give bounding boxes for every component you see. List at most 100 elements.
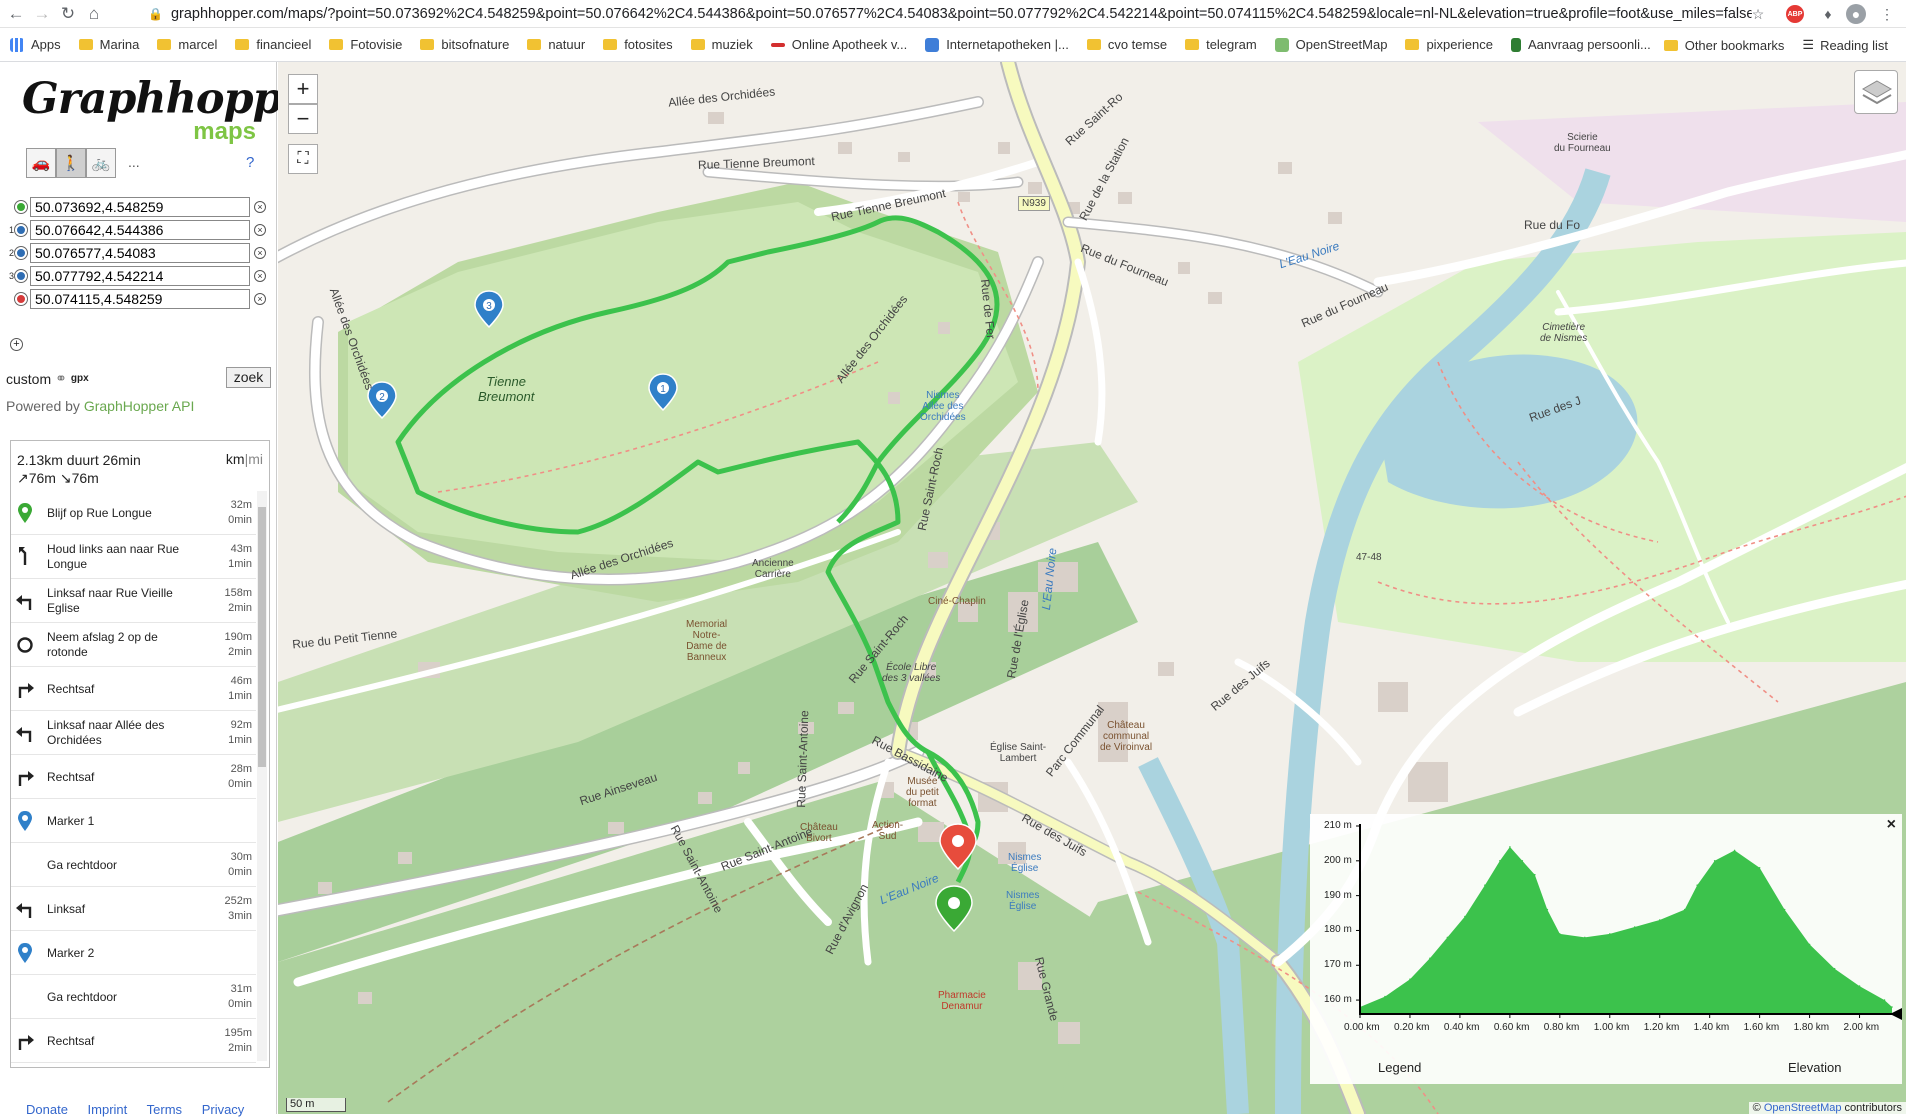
elevation-point	[1696, 884, 1698, 886]
bookmark-link[interactable]: Aanvraag persoonli...	[1510, 37, 1651, 52]
donate-link[interactable]: Donate	[26, 1102, 68, 1117]
svg-text:2: 2	[379, 392, 385, 403]
elevation-point	[1534, 873, 1536, 876]
avatar[interactable]: ●	[1846, 4, 1866, 24]
zoom-out-button[interactable]: −	[288, 104, 318, 134]
instruction-step[interactable]: Rechtsaf 28m 0min	[11, 755, 256, 799]
folder-icon	[603, 39, 618, 50]
bookmark-folder[interactable]: cvo temse	[1086, 37, 1167, 52]
instruction-step[interactable]: Linksaf 252m 3min	[11, 887, 256, 931]
imprint-link[interactable]: Imprint	[88, 1102, 128, 1117]
remove-point-icon[interactable]: ×	[254, 270, 266, 282]
instruction-step[interactable]: Linksaf naar Allée des Orchidées 92m 1min	[11, 711, 256, 755]
bookmark-folder[interactable]: bitsofnature	[420, 37, 509, 52]
bookmark-folder[interactable]: telegram	[1185, 37, 1257, 52]
instruction-step[interactable]: Marker 1	[11, 799, 256, 843]
remove-point-icon[interactable]: ×	[254, 224, 266, 236]
bookmark-link[interactable]: OpenStreetMap	[1274, 37, 1387, 52]
instruction-step[interactable]: Marker 2	[11, 931, 256, 975]
bookmark-link[interactable]: Online Apotheek v...	[770, 37, 907, 52]
turn-left-icon	[15, 899, 35, 919]
instruction-step[interactable]: Rechtsaf 46m 1min	[11, 667, 256, 711]
instruction-step[interactable]: Ga rechtdoor 30m 0min	[11, 843, 256, 887]
bike-icon[interactable]: 🚲	[86, 148, 116, 178]
bookmark-folder[interactable]: marcel	[157, 37, 217, 52]
folder-icon	[329, 39, 344, 50]
remove-point-icon[interactable]: ×	[254, 201, 266, 213]
back-icon[interactable]: ←	[4, 2, 28, 26]
elevation-point	[1883, 999, 1886, 1001]
folder-icon	[690, 39, 705, 50]
osm-attribution-link[interactable]: OpenStreetMap	[1764, 1102, 1842, 1114]
instruction-text: Rechtsaf	[47, 769, 95, 784]
bookmark-link[interactable]: Internetapotheken |...	[925, 37, 1069, 52]
terms-link[interactable]: Terms	[147, 1102, 182, 1117]
bookmark-folder[interactable]: Marina	[78, 37, 139, 52]
elevation-point	[1409, 978, 1411, 980]
privacy-link[interactable]: Privacy	[202, 1102, 245, 1117]
green-marker-icon	[18, 503, 32, 523]
elevation-legend[interactable]: Legend	[1378, 1060, 1421, 1075]
instruction-text: Neem afslag 2 op de rotonde	[47, 630, 158, 659]
reload-icon[interactable]: ↻	[56, 2, 80, 26]
home-icon[interactable]: ⌂	[82, 2, 106, 26]
search-button[interactable]: zoek	[226, 367, 271, 388]
other-bookmarks[interactable]: Other bookmarks	[1663, 38, 1784, 53]
instruction-step[interactable]: Ga rechtdoor 31m 0min	[11, 975, 256, 1019]
instruction-step[interactable]: Houd links aan naar Rue Longue 43m 1min	[11, 535, 256, 579]
custom-link[interactable]: custom	[6, 371, 51, 387]
layers-button[interactable]	[1854, 70, 1898, 114]
fullscreen-button[interactable]: ⛶	[288, 144, 318, 174]
bookmark-folder[interactable]: muziek	[690, 37, 753, 52]
folder-icon	[420, 39, 435, 50]
instruction-text: Marker 1	[47, 813, 95, 828]
zoom-in-button[interactable]: +	[288, 74, 318, 104]
elevation-point	[1713, 860, 1716, 862]
remove-point-icon[interactable]: ×	[254, 247, 266, 259]
instruction-step[interactable]: Linksaf naar Rue Vieille Eglise 158m 2min	[11, 579, 256, 623]
adblock-icon[interactable]: ABP	[1786, 5, 1804, 23]
menu-icon[interactable]: ⋮	[1876, 3, 1898, 25]
reading-list[interactable]: ☰ Reading list	[1802, 37, 1888, 53]
graphhopper-logo[interactable]: Graphhopper maps	[22, 74, 331, 145]
instructions-scrollbar[interactable]	[257, 491, 267, 1061]
turn-left-icon	[16, 903, 32, 918]
foot-icon[interactable]: 🚶	[56, 148, 86, 178]
unit-toggle[interactable]: km|mi	[226, 451, 263, 467]
instruction-text: Rechtsaf	[47, 1033, 95, 1048]
bookmark-apps[interactable]: Apps	[10, 37, 61, 52]
bookmark-folder[interactable]: pixperience	[1405, 37, 1493, 52]
bookmark-folder[interactable]: fotosites	[603, 37, 673, 52]
more-vehicles[interactable]: ...	[128, 154, 140, 170]
end-marker-icon	[15, 293, 27, 305]
gpx-export[interactable]: gpx	[71, 373, 89, 384]
bookmark-folder[interactable]: Fotovisie	[329, 37, 402, 52]
bookmark-folder[interactable]: natuur	[527, 37, 585, 52]
instruction-step[interactable]: Neem afslag 2 op de rotonde 190m 2min	[11, 623, 256, 667]
puzzle-icon[interactable]: ♦	[1817, 3, 1839, 25]
instruction-text: Ga rechtdoor	[47, 989, 118, 1004]
instruction-step[interactable]: Blijf op Rue Longue 32m 0min	[11, 491, 256, 535]
graphhopper-api-link[interactable]: GraphHopper API	[84, 398, 195, 414]
start-point-input[interactable]	[30, 197, 250, 217]
via-point-2-input[interactable]	[30, 243, 250, 263]
instruction-text: Ga rechtdoor	[47, 857, 118, 872]
forward-icon[interactable]: →	[30, 2, 54, 26]
route-summary: 2.13km duurt 26min ↗76m ↘76m	[17, 452, 141, 486]
address-bar[interactable]: 🔒 graphhopper.com/maps/?point=50.073692%…	[138, 2, 1752, 26]
via-point-3-input[interactable]	[30, 266, 250, 286]
help-icon[interactable]: ?	[246, 154, 254, 171]
remove-point-icon[interactable]: ×	[254, 293, 266, 305]
url-text: graphhopper.com/maps/?point=50.073692%2C…	[170, 6, 1752, 22]
map-canvas[interactable]: 1 2 3 Allée des Orchidées Rue Tienne Bre…	[278, 62, 1906, 1114]
add-point-icon[interactable]: +	[10, 338, 23, 351]
via-point-1-input[interactable]	[30, 220, 250, 240]
star-icon[interactable]: ☆	[1747, 3, 1769, 25]
link-icon[interactable]: ⚭	[55, 370, 67, 387]
car-icon[interactable]: 🚗	[26, 148, 56, 178]
folder-icon	[527, 39, 542, 50]
poi-label: Memorial Notre- Dame de Banneux	[686, 619, 728, 663]
instruction-step[interactable]: Rechtsaf 195m 2min	[11, 1019, 256, 1063]
end-point-input[interactable]	[30, 289, 250, 309]
bookmark-folder[interactable]: financieel	[235, 37, 311, 52]
